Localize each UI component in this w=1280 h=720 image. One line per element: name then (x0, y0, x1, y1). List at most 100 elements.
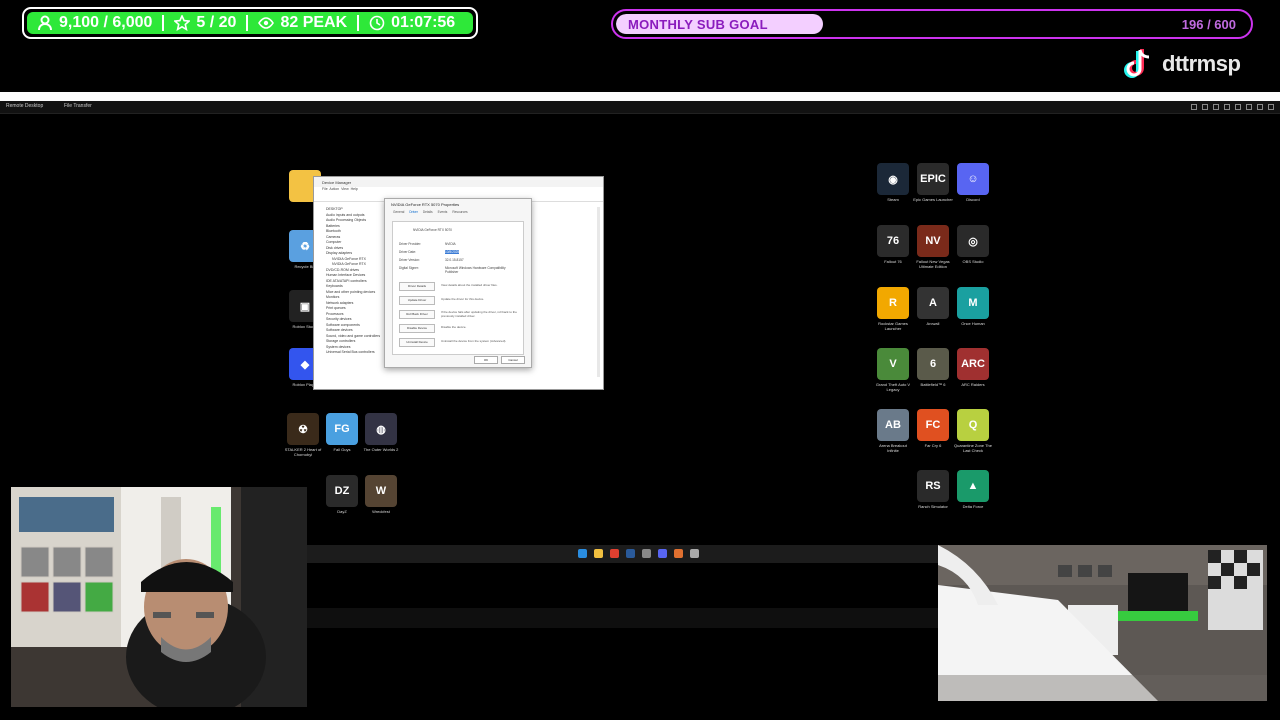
eye-icon (258, 17, 275, 29)
driver-pane: NVIDIA GeForce RTX 5070 Driver Provider:… (392, 221, 524, 355)
remote-desktop-icon[interactable] (690, 549, 699, 558)
tab-driver[interactable]: Driver (409, 210, 418, 214)
rockstar-games-launcher-icon: R (877, 287, 909, 319)
tiktok-icon (1124, 49, 1150, 78)
desktop-icon-delta-force[interactable]: ▲ Delta Force (953, 470, 993, 522)
chat-icon[interactable] (1235, 104, 1241, 110)
menu-file[interactable]: File (322, 187, 328, 191)
chrome-icon[interactable] (610, 549, 619, 558)
field-label: Driver Date: (399, 250, 417, 254)
steam-icon[interactable] (626, 549, 635, 558)
desktop-icon-outer-worlds-2[interactable]: ◍ The Outer Worlds 2 (361, 413, 401, 465)
battlefield-6-icon: 6 (917, 348, 949, 380)
uninstall-device-button[interactable]: Uninstall Device (399, 338, 435, 347)
quarantine-zone-the-last-check-icon: Q (957, 409, 989, 441)
file-explorer-icon[interactable] (594, 549, 603, 558)
tab-details[interactable]: Details (423, 210, 433, 214)
view-icon[interactable] (1202, 104, 1208, 110)
field-value: Microsoft Windows Hardware Compatibility… (445, 266, 506, 274)
update-driver-button[interactable]: Update Driver (399, 296, 435, 305)
desktop-icon-stalker-2[interactable]: ☢ STALKER 2 Heart of Chornobyl (283, 413, 323, 465)
desktop-icon-arc-raiders[interactable]: ARC ARC Raiders (953, 348, 993, 400)
desktop-icon-quarantine-zone-the-last-check[interactable]: Q Quarantine Zone The Last Check (953, 409, 993, 461)
tab-remote-desktop[interactable]: Remote Desktop (6, 103, 43, 109)
desktop-icon-obs-studio[interactable]: ◎ OBS Studio (953, 225, 993, 277)
desktop-icon-discord[interactable]: ☺ Discord (953, 163, 993, 215)
face-webcam (11, 487, 307, 707)
desktop-icon-steam[interactable]: ◉ Steam (873, 163, 913, 215)
keyboard-icon[interactable] (1213, 104, 1219, 110)
device-manager-scrollbar[interactable] (597, 207, 600, 377)
timer-value: 01:07:56 (391, 14, 456, 31)
menu-view[interactable]: View (341, 187, 349, 191)
desktop-icon-label: Arcwall (926, 321, 940, 326)
user-icon (38, 15, 52, 31)
sub-goal-count: 196 / 600 (1181, 17, 1236, 32)
fullscreen-icon[interactable] (1191, 104, 1197, 110)
arc-raiders-icon: ARC (957, 348, 989, 380)
settings-icon[interactable] (642, 549, 651, 558)
disable-device-button[interactable]: Disable Device (399, 324, 435, 333)
desktop-icon-epic-games-launcher[interactable]: EPIC Epic Games Launcher (913, 163, 953, 215)
followers-value: 9,100 / 6,000 (59, 14, 153, 31)
fall-guys-icon: FG (326, 413, 358, 445)
record-icon[interactable] (1246, 104, 1252, 110)
button-description: Update the driver for this device. (441, 297, 485, 301)
desktop-icon-fallout-76[interactable]: 76 Fallout 76 (873, 225, 913, 277)
menu-help[interactable]: Help (351, 187, 358, 191)
stars-value: 5 / 20 (196, 14, 237, 31)
screenshot-icon[interactable] (1257, 104, 1263, 110)
desktop-icon-far-cry-6[interactable]: FC Far Cry 6 (913, 409, 953, 461)
menu-action[interactable]: Action (329, 187, 339, 191)
tab-general[interactable]: General (393, 210, 404, 214)
desktop-icon-label: Fallout 76 (884, 259, 902, 264)
dayz-icon: DZ (326, 475, 358, 507)
desktop-icon-arcwall[interactable]: A Arcwall (913, 287, 953, 339)
desktop-icon-label: Far Cry 6 (924, 443, 942, 448)
properties-tabs: General Driver Details Events Resources (385, 210, 531, 214)
tab-file-transfer[interactable]: File Transfer (64, 103, 92, 109)
tab-resources[interactable]: Resources (452, 210, 467, 214)
button-description: Disable the device. (441, 325, 467, 329)
tiktok-watermark: dttrmsp (1120, 47, 1241, 81)
driver-details-button[interactable]: Driver Details (399, 282, 435, 291)
field-value: 10/8/2025 (445, 250, 460, 254)
field-label: Driver Provider: (399, 242, 422, 246)
windows-start-icon[interactable] (578, 549, 587, 558)
far-cry-6-icon: FC (917, 409, 949, 441)
gpu-properties-dialog[interactable]: NVIDIA GeForce RTX 5070 Properties Gener… (384, 198, 532, 368)
desktop-icon-ranch-simulator[interactable]: RS Ranch Simulator (913, 470, 953, 522)
desktop-icon-dayz[interactable]: DZ DayZ (322, 475, 362, 527)
desktop-icon-battlefield-6[interactable]: 6 Battlefield™ 6 (913, 348, 953, 400)
desktop-icon-wreckfest[interactable]: W Wreckfest (361, 475, 401, 527)
arcwall-icon: A (917, 287, 949, 319)
desktop-icon-grand-theft-auto-v-legacy[interactable]: V Grand Theft Auto V Legacy (873, 348, 913, 400)
desktop-icon-arena-breakout-infinite[interactable]: AB Arena Breakout Infinite (873, 409, 913, 461)
desktop-icon-label: Once Human (961, 321, 985, 326)
room-webcam (938, 545, 1267, 701)
remote-desktop-tools (1191, 104, 1274, 110)
room-webcam-image (938, 545, 1267, 701)
desktop-icon-rockstar-games-launcher[interactable]: R Rockstar Games Launcher (873, 287, 913, 339)
close-icon[interactable] (1268, 104, 1274, 110)
settings-icon[interactable] (1224, 104, 1230, 110)
obs-icon[interactable] (674, 549, 683, 558)
cancel-button[interactable]: Cancel (501, 356, 525, 364)
tab-events[interactable]: Events (438, 210, 448, 214)
viewers-value: 82 PEAK (280, 14, 348, 31)
button-description: Uninstall the device from the system (Ad… (441, 339, 507, 343)
desktop-icon-label: Steam (887, 197, 899, 202)
desktop-icon-fallout-new-vegas-ultimate-edition[interactable]: NV Fallout New Vegas Ultimate Edition (913, 225, 953, 277)
desktop-icon-once-human[interactable]: M Once Human (953, 287, 993, 339)
roll-back-driver-button[interactable]: Roll Back Driver (399, 310, 435, 319)
arena-breakout-infinite-icon: AB (877, 409, 909, 441)
device-manager-title: Device Manager (314, 177, 603, 187)
field-value: NVIDIA (445, 242, 456, 246)
discord-icon[interactable] (658, 549, 667, 558)
ok-button[interactable]: OK (474, 356, 498, 364)
desktop-icon-fall-guys[interactable]: FG Fall Guys (322, 413, 362, 465)
desktop-icon-label: Battlefield™ 6 (920, 382, 946, 387)
button-description: If the device fails after updating the d… (441, 310, 517, 318)
desktop-icon-label: Discord (966, 197, 980, 202)
stream-stats-bar: 9,100 / 6,000 5 / 20 82 PEAK 01:07:56 (22, 7, 478, 39)
